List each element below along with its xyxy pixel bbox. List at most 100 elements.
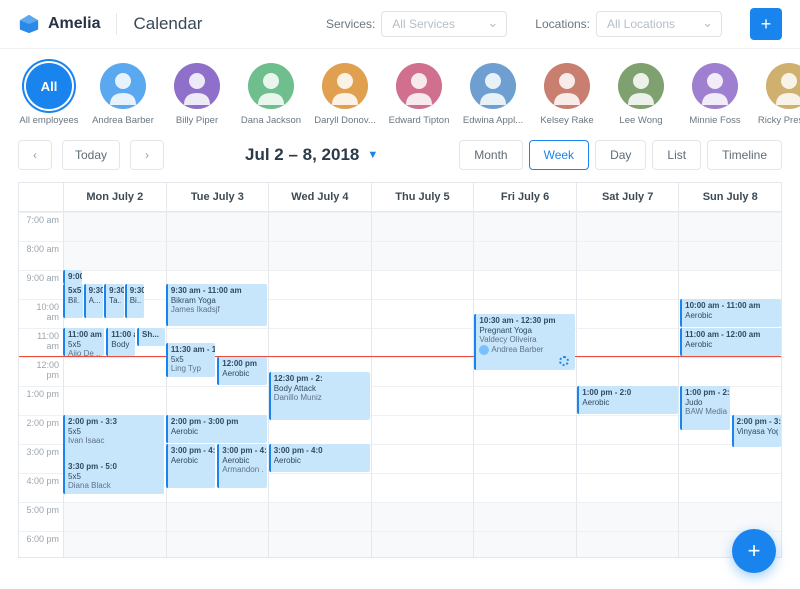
employee-avatar [100, 63, 146, 109]
employee-billy[interactable]: Billy Piper [166, 63, 228, 126]
date-range-label: Jul 2 – 8, 2018 [245, 145, 359, 165]
view-month-button[interactable]: Month [459, 140, 522, 170]
day-header: Sun July 8 [678, 183, 781, 211]
event-person: Danillo Muniz [274, 393, 367, 403]
brand-logo-icon [18, 13, 40, 35]
event-person: Aijo De ... [68, 349, 101, 356]
calendar-event[interactable]: 11:00 am - 12:00 amAerobic [680, 328, 781, 356]
view-week-button[interactable]: Week [529, 140, 589, 170]
date-range-caret-icon[interactable]: ▼ [367, 149, 378, 161]
view-timeline-button[interactable]: Timeline [707, 140, 782, 170]
employee-label: Minnie Foss [689, 115, 740, 126]
calendar-event[interactable]: 10:30 am - 12:30 pmPregnant YogaValdecy … [474, 314, 575, 370]
calendar-header-row: Mon July 2Tue July 3Wed July 4Thu July 5… [19, 183, 781, 212]
calendar-event[interactable]: 9:30A... [84, 284, 104, 318]
day-header: Mon July 2 [63, 183, 166, 211]
calendar-event[interactable]: 11:00 amBody Co... [106, 328, 135, 356]
event-time: 10:00 am - 11:00 am [685, 301, 778, 311]
calendar-event[interactable]: 11:30 am - 1:5x5Ling Typ [166, 343, 215, 377]
employee-avatar [766, 63, 800, 109]
calendar-event[interactable]: Sh... [137, 328, 165, 346]
fab-add-button[interactable]: + [732, 529, 776, 573]
employee-andrea[interactable]: Andrea Barber [92, 63, 154, 126]
event-time: 12:00 pm [222, 359, 263, 369]
employee-edward[interactable]: Edward Tipton [388, 63, 450, 126]
event-title: Aerobic [222, 369, 263, 379]
calendar-event[interactable]: 2:00 pm - 3:0Vinyasa Yoga [732, 415, 781, 447]
event-time: 11:00 am [68, 330, 101, 340]
calendar-body[interactable]: 7:00 am8:00 am9:00 am10:00 am11:00 am12:… [19, 212, 781, 558]
employee-ricky[interactable]: Ricky Pressley [758, 63, 800, 126]
locations-label: Locations: [535, 17, 590, 31]
event-person: BAW Media [685, 407, 726, 417]
calendar-event[interactable]: 3:00 pm - 4:0Aerobic [166, 444, 215, 488]
time-label: 12:00 pm [19, 357, 63, 386]
time-label: 1:00 pm [19, 386, 63, 415]
calendar-event[interactable]: 9:30 am - 11:00 amBikram YogaJames Ikads… [166, 284, 267, 326]
employee-all[interactable]: AllAll employees [18, 63, 80, 126]
calendar-event[interactable]: 12:30 pm - 2:Body AttackDanillo Muniz [269, 372, 370, 420]
calendar-event[interactable]: 9:30Bi... [125, 284, 145, 318]
employee-lee[interactable]: Lee Wong [610, 63, 672, 126]
calendar-event[interactable]: 3:00 pm - 4:0Aerobic [269, 444, 370, 472]
day-header: Fri July 6 [473, 183, 576, 211]
event-time: Sh... [142, 330, 162, 340]
prev-button[interactable]: ‹ [18, 140, 52, 170]
event-title: Aerobic [171, 427, 264, 437]
calendar-event[interactable]: 9:00 [63, 270, 82, 284]
day-header: Tue July 3 [166, 183, 269, 211]
employee-label: Ricky Pressley [758, 115, 800, 126]
event-title: Aerobic [685, 340, 778, 350]
employee-kelsey[interactable]: Kelsey Rake [536, 63, 598, 126]
employee-minnie[interactable]: Minnie Foss [684, 63, 746, 126]
time-column-header [19, 183, 63, 211]
event-time: 9:30 [109, 286, 121, 296]
calendar-event[interactable]: 11:00 am5x5Aijo De ... [63, 328, 104, 356]
event-time: 2:00 pm - 3:0 [737, 417, 778, 427]
locations-select[interactable]: All Locations [596, 11, 722, 37]
event-time: 5x5 [68, 286, 80, 296]
calendar-event[interactable]: 10:00 am - 11:00 amAerobic [680, 299, 781, 327]
employee-label: Daryll Donov... [314, 115, 376, 126]
app-header: Amelia Calendar Services: All Services L… [0, 0, 800, 49]
event-time: 10:30 am - 12:30 pm [479, 316, 572, 326]
calendar-event[interactable]: 1:00 pm - 2:3JudoBAW Media [680, 386, 729, 430]
services-select[interactable]: All Services [381, 11, 507, 37]
page-title: Calendar [133, 14, 202, 34]
loading-spinner-icon [559, 356, 569, 366]
calendar-event[interactable]: 3:30 pm - 5:05x5Diana Black [63, 460, 164, 494]
event-title: Ta... [109, 296, 121, 306]
view-day-button[interactable]: Day [595, 140, 646, 170]
time-label: 6:00 pm [19, 531, 63, 558]
event-title: Aerobic [582, 398, 675, 408]
calendar-event[interactable]: 9:30Ta... [104, 284, 124, 318]
event-title: Pregnant Yoga [479, 326, 572, 336]
event-time: 3:30 pm - 5:0 [68, 462, 161, 472]
event-title: Aerobic [222, 456, 263, 466]
time-label: 3:00 pm [19, 444, 63, 473]
today-button[interactable]: Today [62, 140, 120, 170]
employee-avatar [248, 63, 294, 109]
employee-daryll[interactable]: Daryll Donov... [314, 63, 376, 126]
event-person: Valdecy Oliveira [479, 335, 572, 345]
all-employees-icon: All [26, 63, 72, 109]
date-range: Jul 2 – 8, 2018 ▼ [174, 145, 449, 165]
event-title: Body Co... [111, 340, 132, 350]
calendar-event[interactable]: 1:00 pm - 2:0Aerobic [577, 386, 678, 414]
calendar-event[interactable]: 2:00 pm - 3:00 pmAerobic [166, 415, 267, 443]
view-list-button[interactable]: List [652, 140, 701, 170]
next-button[interactable]: › [130, 140, 164, 170]
employee-edwina[interactable]: Edwina Appl... [462, 63, 524, 126]
calendar-event[interactable]: 5x5Bil... [63, 284, 83, 318]
services-filter: Services: All Services [326, 11, 507, 37]
calendar-event[interactable]: 3:00 pm - 4:3AerobicArmandon ... [217, 444, 266, 488]
time-label: 5:00 pm [19, 502, 63, 531]
calendar-event[interactable]: 2:00 pm - 3:35x5Ivan Isaac [63, 415, 164, 463]
employee-dana[interactable]: Dana Jackson [240, 63, 302, 126]
calendar-event[interactable]: 12:00 pmAerobic [217, 357, 266, 385]
time-label: 10:00 am [19, 299, 63, 328]
add-button[interactable]: + [750, 8, 782, 40]
employee-avatar [174, 63, 220, 109]
header-divider [116, 13, 117, 35]
employee-avatar [692, 63, 738, 109]
